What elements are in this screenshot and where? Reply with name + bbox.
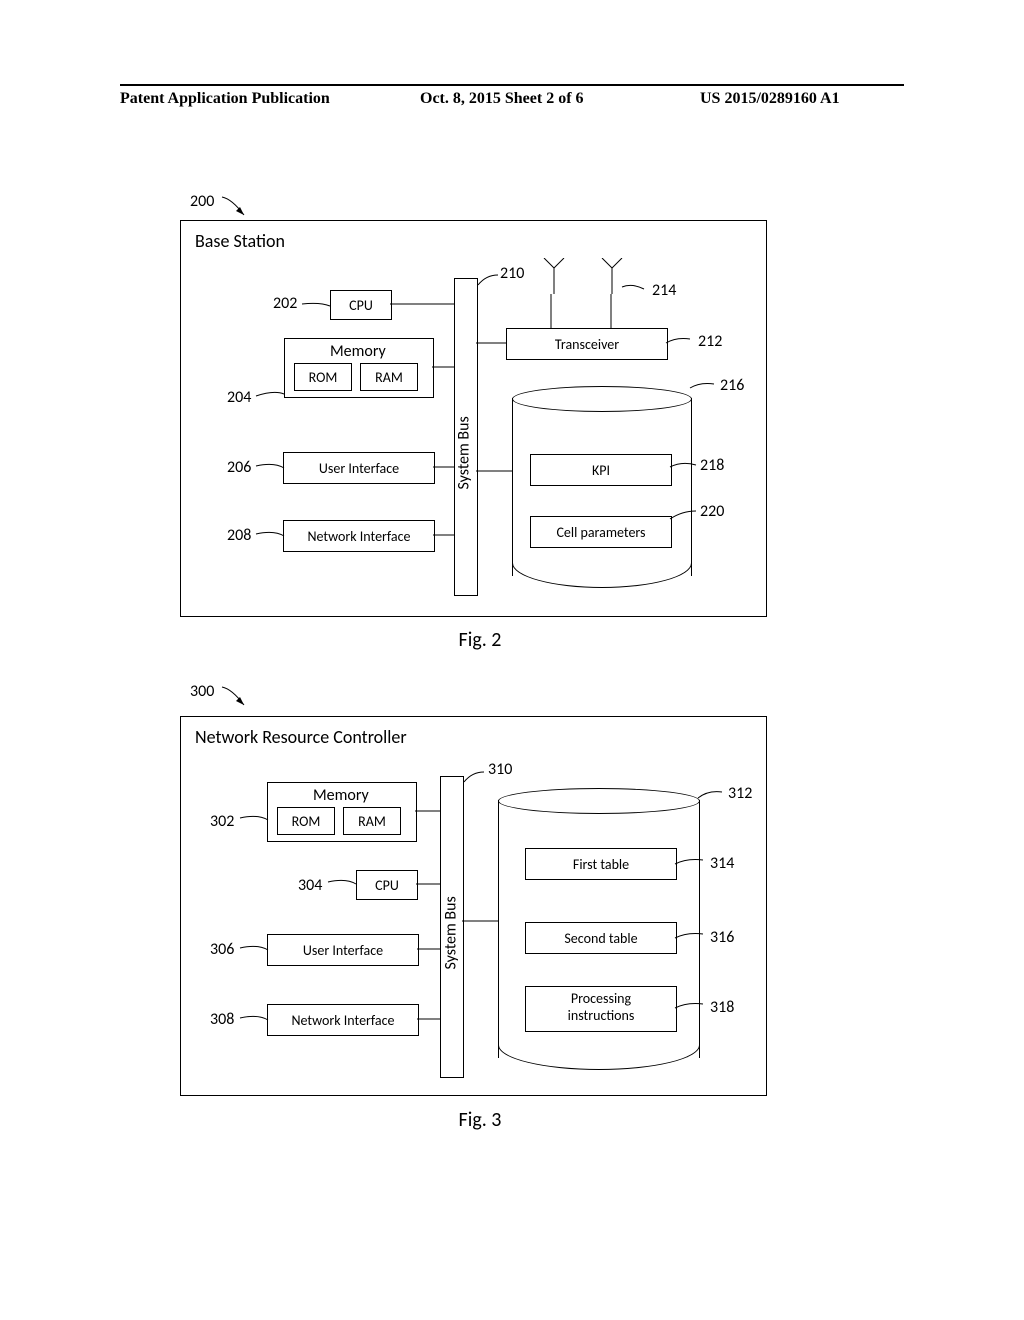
ref-318: 318 bbox=[710, 998, 734, 1017]
ref-206: 206 bbox=[227, 458, 251, 477]
ui-label: User Interface bbox=[319, 460, 399, 477]
ref-210: 210 bbox=[500, 264, 524, 283]
ref-308: 308 bbox=[210, 1010, 234, 1029]
header-right: US 2015/0289160 A1 bbox=[700, 90, 840, 108]
kpi-box: KPI bbox=[530, 454, 672, 486]
fig3-title: Network Resource Controller bbox=[195, 726, 407, 748]
ref-208: 208 bbox=[227, 526, 251, 545]
cpu-box: CPU bbox=[356, 870, 418, 900]
system-bus-label: System Bus bbox=[442, 890, 461, 970]
ref-218: 218 bbox=[700, 456, 724, 475]
proc-instr-line2: instructions bbox=[526, 1007, 676, 1024]
ref-200: 200 bbox=[190, 192, 214, 211]
header-mid: Oct. 8, 2015 Sheet 2 of 6 bbox=[420, 90, 584, 108]
memory-label: Memory bbox=[313, 786, 369, 805]
ref-304: 304 bbox=[298, 876, 322, 895]
netif-label: Network Interface bbox=[291, 1012, 394, 1029]
ram-box: RAM bbox=[360, 363, 418, 391]
ram-box: RAM bbox=[343, 807, 401, 835]
cellparams-box: Cell parameters bbox=[530, 516, 672, 548]
cellparams-label: Cell parameters bbox=[556, 524, 645, 541]
antenna-icon bbox=[540, 258, 568, 294]
second-table-box: Second table bbox=[525, 922, 677, 954]
header-rule bbox=[120, 84, 904, 86]
ref-316: 316 bbox=[710, 928, 734, 947]
antenna-icon bbox=[598, 258, 626, 294]
ref-216: 216 bbox=[720, 376, 744, 395]
storage-cylinder bbox=[512, 398, 692, 576]
transceiver-box: Transceiver bbox=[506, 328, 668, 360]
ref-300: 300 bbox=[190, 682, 214, 701]
ui-box: User Interface bbox=[283, 452, 435, 484]
ref-212: 212 bbox=[698, 332, 722, 351]
ref-310: 310 bbox=[488, 760, 512, 779]
fig3-caption: Fig. 3 bbox=[430, 1108, 530, 1132]
arrow-icon bbox=[220, 685, 260, 715]
netif-box: Network Interface bbox=[267, 1004, 419, 1036]
second-table-label: Second table bbox=[564, 930, 637, 947]
rom-box: ROM bbox=[277, 807, 335, 835]
transceiver-label: Transceiver bbox=[555, 336, 619, 353]
fig2-caption: Fig. 2 bbox=[430, 628, 530, 652]
proc-instr-line1: Processing bbox=[526, 990, 676, 1007]
ref-314: 314 bbox=[710, 854, 734, 873]
ref-312: 312 bbox=[728, 784, 752, 803]
rom-label: ROM bbox=[292, 813, 321, 830]
kpi-label: KPI bbox=[592, 462, 610, 479]
netif-label: Network Interface bbox=[307, 528, 410, 545]
proc-instr-box: Processing instructions bbox=[525, 986, 677, 1032]
ui-label: User Interface bbox=[303, 942, 383, 959]
ref-214: 214 bbox=[652, 281, 676, 300]
memory-label: Memory bbox=[330, 342, 386, 361]
ref-306: 306 bbox=[210, 940, 234, 959]
fig2-title: Base Station bbox=[195, 230, 285, 252]
ref-202: 202 bbox=[273, 294, 297, 313]
system-bus-label: System Bus bbox=[455, 410, 474, 490]
ref-220: 220 bbox=[700, 502, 724, 521]
page: Patent Application Publication Oct. 8, 2… bbox=[0, 0, 1024, 1320]
cpu-label: CPU bbox=[375, 877, 399, 894]
cpu-box: CPU bbox=[330, 290, 392, 320]
cpu-label: CPU bbox=[349, 297, 373, 314]
header-left: Patent Application Publication bbox=[120, 90, 330, 108]
ui-box: User Interface bbox=[267, 934, 419, 966]
ram-label: RAM bbox=[358, 813, 386, 830]
first-table-label: First table bbox=[573, 856, 629, 873]
netif-box: Network Interface bbox=[283, 520, 435, 552]
ref-204: 204 bbox=[227, 388, 251, 407]
rom-box: ROM bbox=[294, 363, 352, 391]
ram-label: RAM bbox=[375, 369, 403, 386]
first-table-box: First table bbox=[525, 848, 677, 880]
ref-302: 302 bbox=[210, 812, 234, 831]
rom-label: ROM bbox=[309, 369, 338, 386]
